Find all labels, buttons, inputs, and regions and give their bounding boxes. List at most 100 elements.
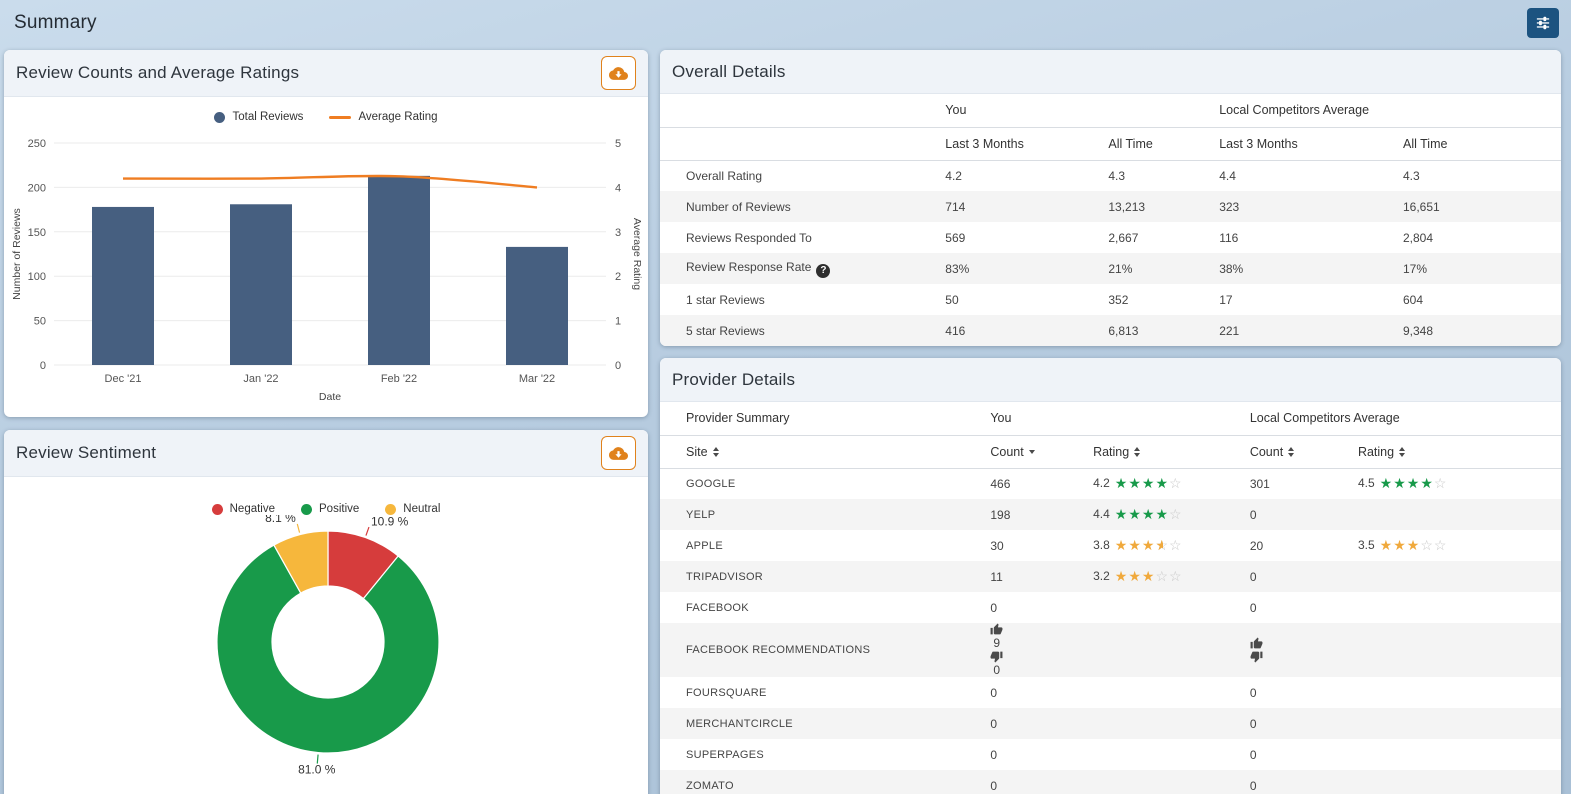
star-rating-icon: ★★★☆☆ (1379, 537, 1448, 553)
competitor-rating (1352, 677, 1561, 708)
you-count: 30 (990, 538, 1004, 553)
cloud-download-icon (609, 64, 628, 83)
reviews-combo-chart: 0 50 100 150 200 250 0 1 2 3 4 5 Dec '21 Jan '22 Feb '… (11, 138, 643, 403)
sort-both-icon (1399, 447, 1406, 458)
svg-text:0: 0 (40, 360, 46, 372)
thumbs-up-count: 9 (993, 636, 1001, 650)
metric-value: 2,667 (1108, 230, 1139, 245)
filter-button[interactable] (1527, 8, 1559, 38)
question-circle-icon[interactable]: ? (816, 263, 831, 278)
download-button[interactable] (601, 56, 636, 90)
competitor-count: 0 (1249, 685, 1257, 700)
legend-marker-dot (301, 503, 313, 515)
you-count: 466 (990, 476, 1011, 491)
you-rating (1087, 677, 1244, 708)
card-review-sentiment-header: Review Sentiment (4, 430, 648, 477)
legend-item-neutral[interactable]: Neutral (385, 503, 440, 515)
card-title: Review Counts and Average Ratings (16, 63, 300, 82)
you-count: 90 (984, 623, 1087, 677)
star-rating-icon: ★★★★☆ (1114, 475, 1183, 492)
legend-marker-dot (211, 503, 223, 515)
thumbs-up-icon (990, 623, 1003, 635)
svg-text:0: 0 (615, 360, 621, 372)
legend-marker-dot (385, 503, 397, 515)
you-rating: 4.2 ★★★★☆ (1087, 468, 1244, 499)
thumbs-up-icon (1250, 637, 1263, 649)
column-header-row: Site Count Rating Count Rating (660, 435, 1561, 468)
metric-label: Overall Rating (686, 168, 763, 183)
you-rating: 3.2 ★★★☆☆ (1087, 561, 1244, 592)
card-title: Review Sentiment (16, 443, 157, 462)
you-rating (1087, 623, 1244, 677)
column-header-site[interactable]: Site (660, 435, 984, 468)
table-row: Reviews Responded To 569 2,667 116 2,804 (660, 222, 1561, 253)
filter-sliders-icon (1535, 16, 1551, 30)
card-overall-details-header: Overall Details (660, 50, 1561, 94)
rating-value: 3.5 (1357, 538, 1375, 552)
legend-item-total-reviews[interactable]: Total Reviews (214, 111, 303, 123)
column-header-count[interactable]: Count (1244, 435, 1352, 468)
metric-value: 50 (945, 292, 959, 307)
legend-marker-line (329, 115, 352, 119)
you-count: 0 (990, 747, 998, 762)
legend-item-negative[interactable]: Negative (211, 503, 276, 515)
card-review-sentiment: Review Sentiment Negative Positive Neutr… (4, 430, 648, 794)
card-provider-details-header: Provider Details (660, 358, 1561, 402)
svg-text:Average Rating: Average Rating (631, 218, 643, 290)
bar-Feb '22[interactable] (368, 175, 430, 365)
bar-Mar '22[interactable] (506, 246, 568, 365)
table-row: TRIPADVISOR 11 3.2 ★★★☆☆ 0 (660, 561, 1561, 592)
metric-value: 17 (1219, 292, 1233, 307)
table-row: APPLE 30 3.8 ★★★☆ ★ ☆ 20 3.5 ★★★☆☆ (660, 530, 1561, 561)
group-header-you: You (990, 411, 1012, 426)
metric-value: 13,213 (1108, 199, 1146, 214)
rating-value: 3.8 (1093, 538, 1110, 552)
metric-value: 352 (1108, 292, 1129, 307)
metric-value: 221 (1219, 323, 1240, 338)
download-button[interactable] (601, 436, 636, 470)
metric-value: 4.3 (1402, 168, 1420, 183)
svg-text:50: 50 (34, 316, 46, 328)
table-row: FACEBOOK 0 0 (660, 592, 1561, 623)
site-name: FACEBOOK (686, 601, 749, 614)
dashboard-app: Summary Review Counts and Average Rating… (0, 0, 1571, 794)
competitor-rating (1352, 770, 1561, 794)
you-count: 0 (990, 600, 998, 615)
competitor-count: 0 (1249, 569, 1257, 584)
slice-label: 81.0 % (298, 763, 336, 777)
table-row: FACEBOOK RECOMMENDATIONS 90 (660, 623, 1561, 677)
bar-Jan '22[interactable] (230, 204, 292, 365)
legend-label: Negative (229, 503, 276, 515)
rating-value: 3.2 (1093, 569, 1110, 583)
group-header-row: You Local Competitors Average (660, 94, 1561, 127)
svg-text:200: 200 (28, 182, 46, 194)
card-provider-details: Provider Details Provider Summary You Lo… (660, 358, 1561, 794)
sort-desc-icon (1028, 450, 1035, 455)
competitor-count: 0 (1249, 778, 1257, 793)
legend-item-average-rating[interactable]: Average Rating (329, 111, 438, 123)
average-rating-line[interactable] (122, 174, 538, 189)
svg-text:Number of Reviews: Number of Reviews (11, 208, 23, 300)
metric-value: 4.2 (945, 168, 962, 183)
you-rating (1087, 739, 1244, 770)
site-name: GOOGLE (686, 477, 736, 490)
competitor-count (1244, 623, 1352, 677)
competitor-rating (1352, 561, 1561, 592)
column-header-rating[interactable]: Rating (1087, 435, 1244, 468)
legend-label: Average Rating (358, 111, 438, 123)
svg-text:Feb '22: Feb '22 (381, 373, 417, 385)
metric-value: 17% (1402, 261, 1428, 276)
legend-item-positive[interactable]: Positive (301, 503, 359, 515)
metric-label: Review Response Rate? (660, 253, 939, 284)
table-row: FOURSQUARE 0 0 (660, 677, 1561, 708)
svg-text:150: 150 (28, 227, 46, 239)
column-header-count[interactable]: Count (984, 435, 1087, 468)
overall-details-table: You Local Competitors Average Last 3 Mon… (660, 94, 1561, 346)
site-name: FACEBOOK RECOMMENDATIONS (686, 644, 871, 656)
bar-Dec '21[interactable] (92, 206, 154, 365)
column-header-rating[interactable]: Rating (1352, 435, 1561, 468)
table-row: Number of Reviews 714 13,213 323 16,651 (660, 191, 1561, 222)
metric-value: 569 (945, 230, 966, 245)
content-grid: Review Counts and Average Ratings Total … (0, 46, 1571, 794)
metric-value: 21% (1108, 261, 1133, 276)
